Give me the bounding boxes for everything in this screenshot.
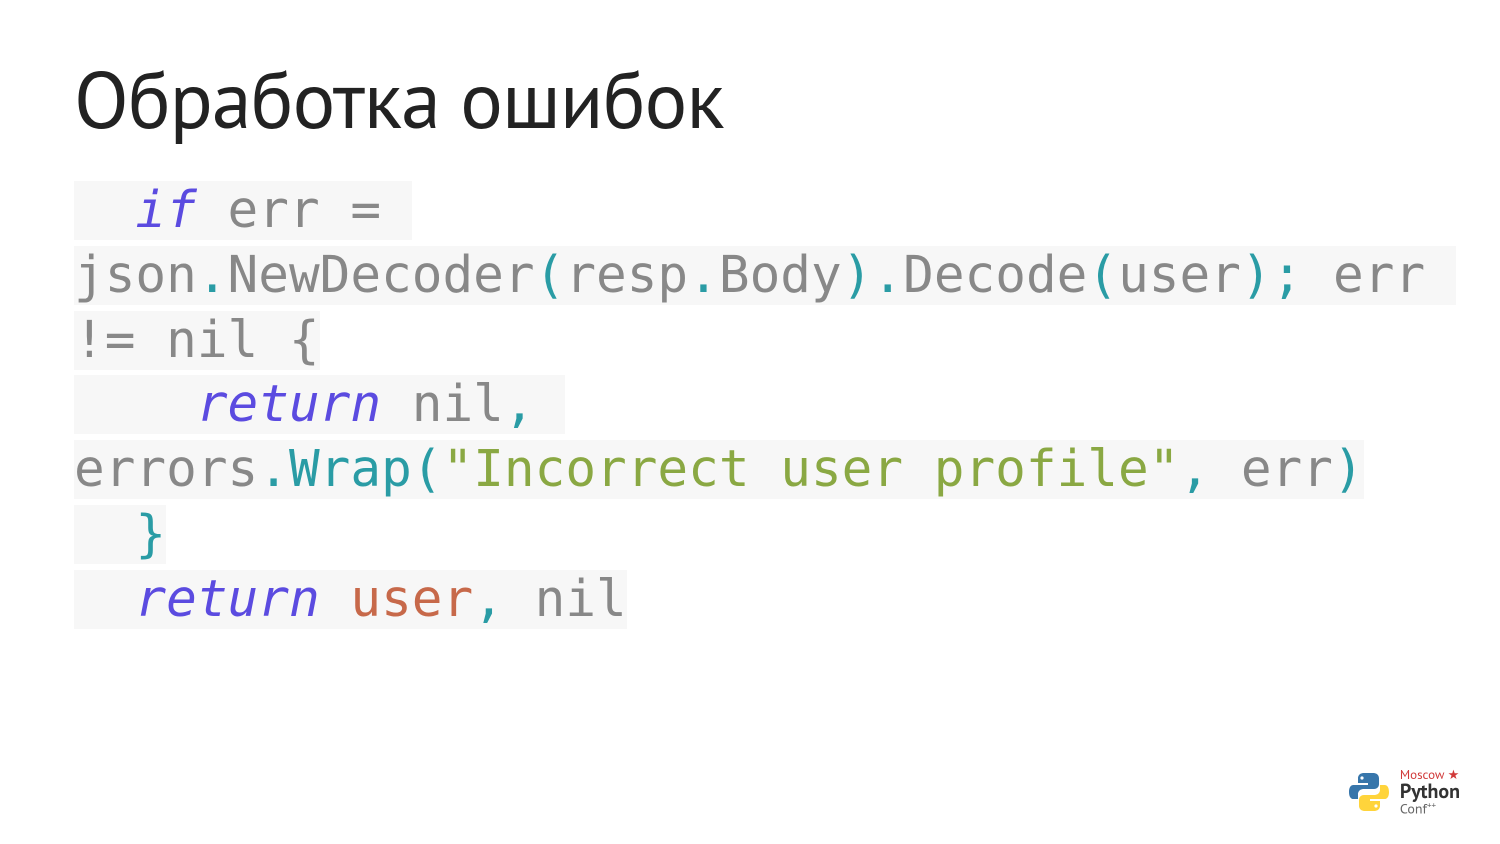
code-text: , bbox=[504, 375, 565, 434]
code-text: ( bbox=[535, 246, 566, 305]
conference-logo: Moscow ★ Python Conf++ bbox=[1346, 768, 1460, 816]
code-text: . bbox=[872, 246, 903, 305]
keyword-return: return bbox=[197, 375, 381, 434]
code-text: , bbox=[1179, 440, 1210, 499]
code-string: "Incorrect user profile" bbox=[443, 440, 1180, 499]
code-text: json bbox=[74, 246, 197, 305]
code-text bbox=[320, 570, 351, 629]
logo-line3a: Conf bbox=[1400, 800, 1427, 818]
code-text: err = bbox=[197, 181, 412, 240]
code-text: . bbox=[688, 246, 719, 305]
code-text: errors bbox=[74, 440, 258, 499]
code-text: user bbox=[1118, 246, 1241, 305]
logo-line2: Python bbox=[1400, 781, 1460, 801]
code-text: Body bbox=[719, 246, 842, 305]
code-text: ); bbox=[1241, 246, 1302, 305]
code-text: nil bbox=[381, 375, 504, 434]
python-icon bbox=[1346, 769, 1392, 815]
code-text: . bbox=[197, 246, 228, 305]
keyword-return: return bbox=[135, 570, 319, 629]
code-text: , bbox=[473, 570, 504, 629]
code-text: . bbox=[258, 440, 289, 499]
code-text: Wrap bbox=[289, 440, 412, 499]
slide: Обработка ошибок if err = json.NewDecode… bbox=[0, 0, 1500, 844]
keyword-if: if bbox=[135, 181, 196, 240]
code-text: ( bbox=[412, 440, 443, 499]
code-text: Decode bbox=[903, 246, 1087, 305]
code-text: nil bbox=[504, 570, 627, 629]
code-text: user bbox=[350, 570, 473, 629]
logo-line3b: ++ bbox=[1427, 800, 1436, 811]
slide-title: Обработка ошибок bbox=[74, 48, 1426, 151]
code-block: if err = json.NewDecoder(resp.Body).Deco… bbox=[74, 179, 1426, 632]
code-text: resp bbox=[565, 246, 688, 305]
logo-text: Moscow ★ Python Conf++ bbox=[1400, 768, 1460, 816]
code-text: ( bbox=[1087, 246, 1118, 305]
code-text: } bbox=[135, 505, 166, 564]
code-text: ) bbox=[842, 246, 873, 305]
code-text: err bbox=[1210, 440, 1333, 499]
code-text: NewDecoder bbox=[228, 246, 535, 305]
code-text: ) bbox=[1333, 440, 1364, 499]
